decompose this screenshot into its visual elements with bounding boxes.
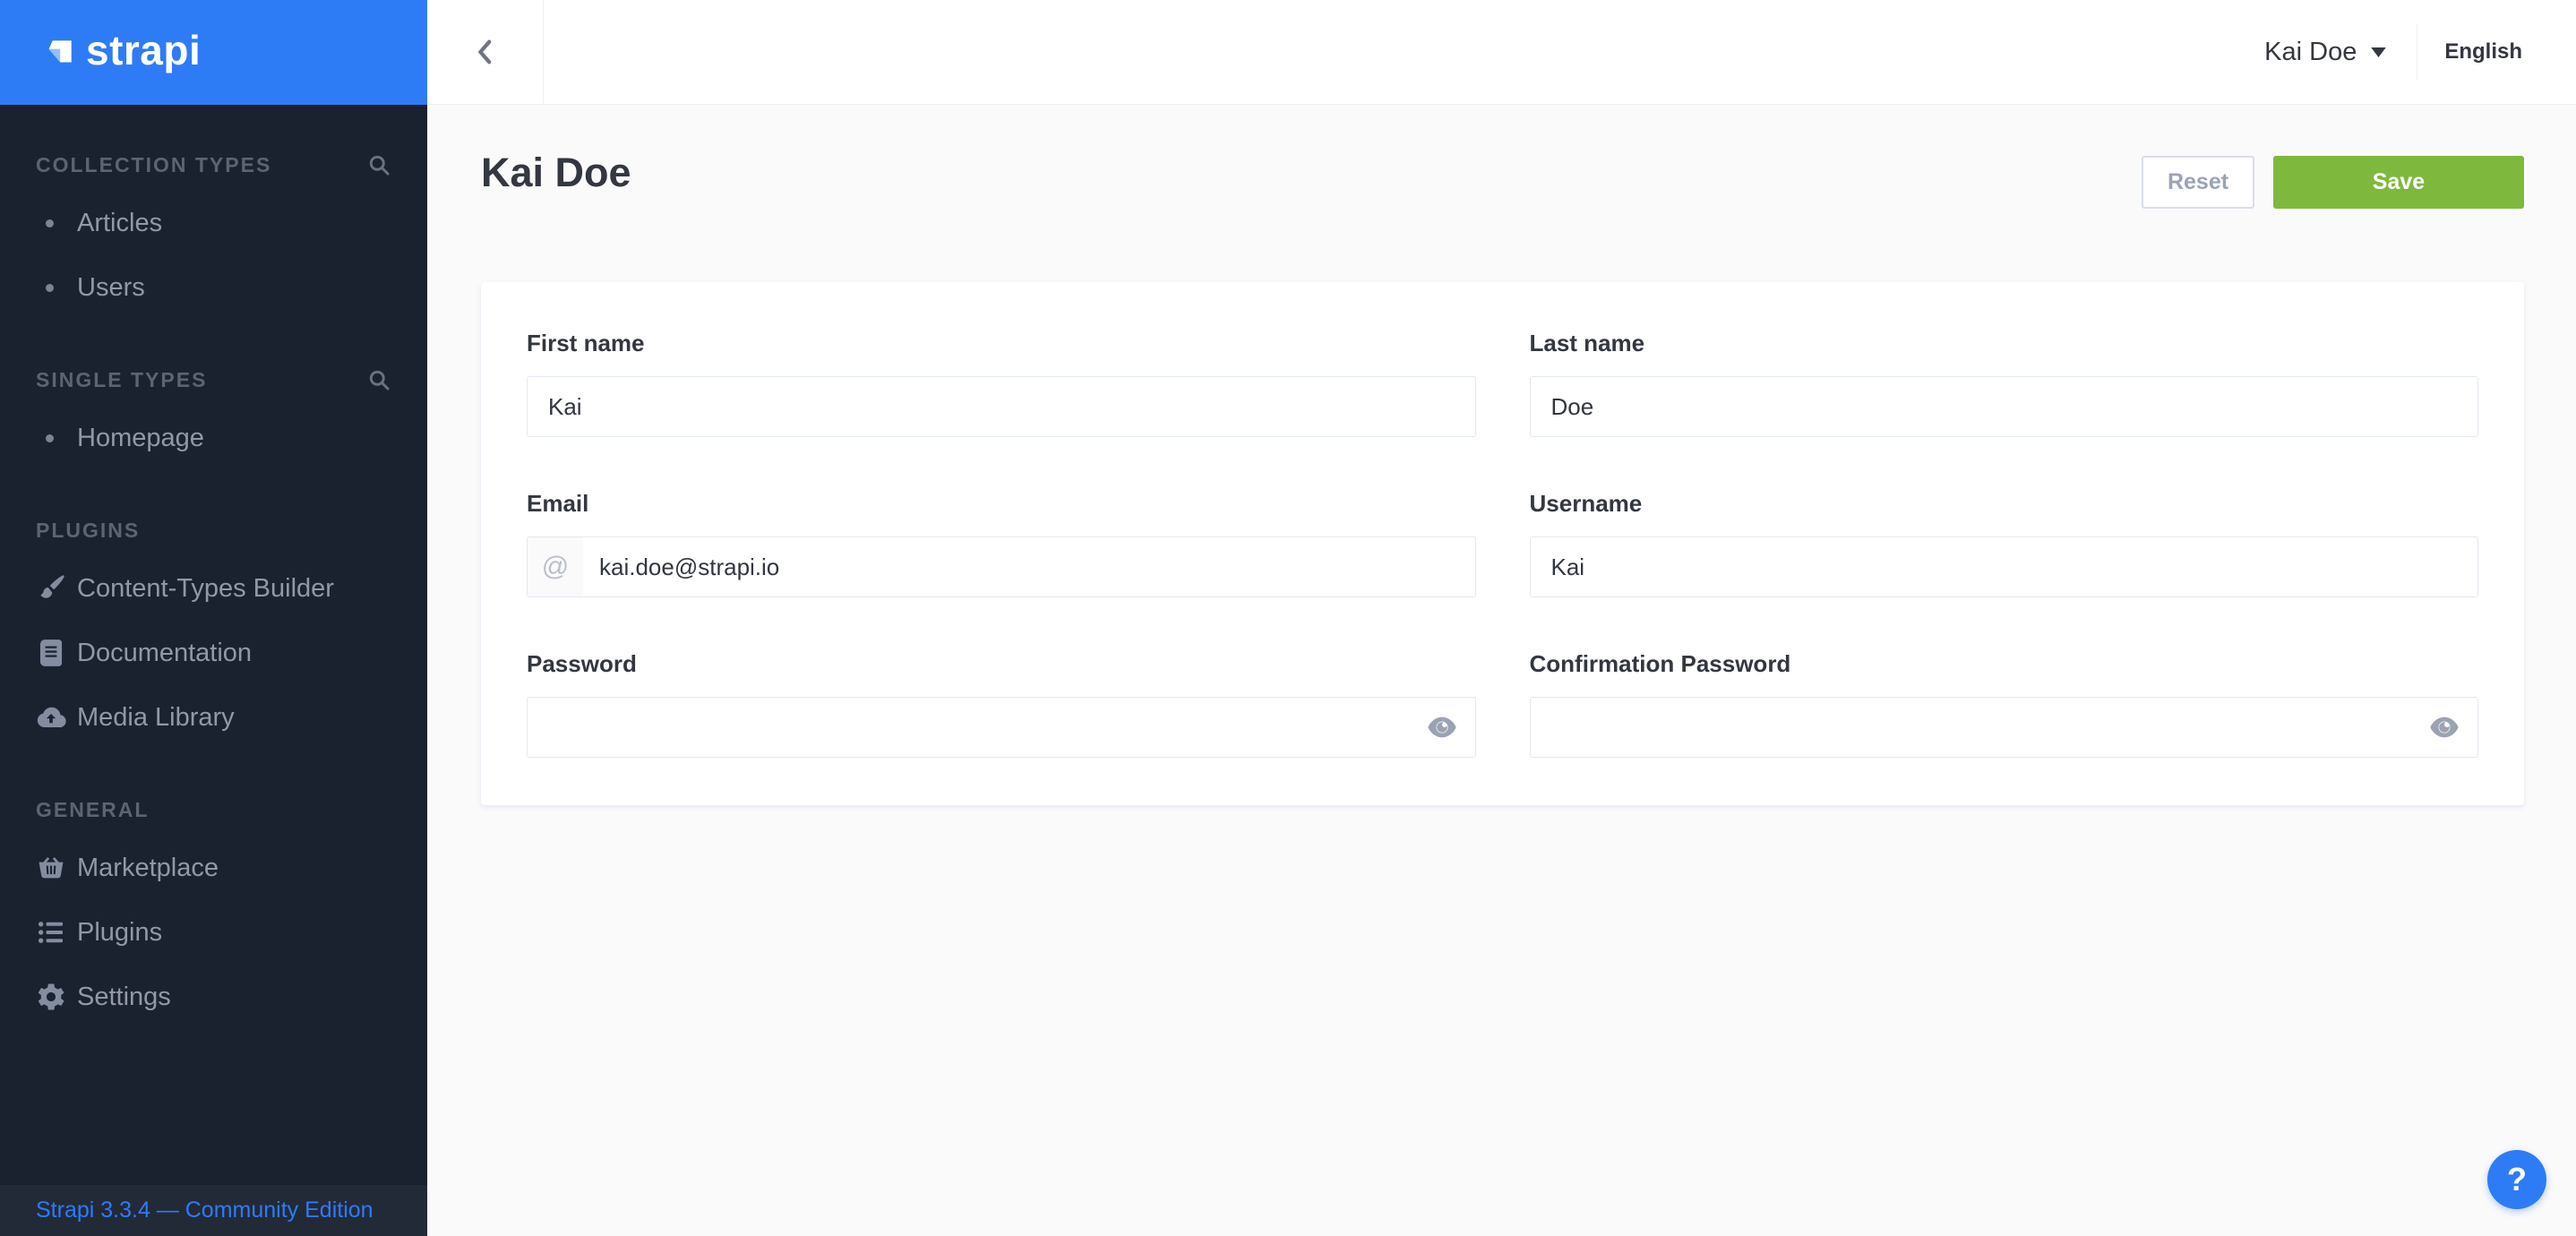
back-button[interactable]: [427, 0, 544, 104]
basket-icon: [36, 853, 66, 883]
section-title: GENERAL: [36, 798, 149, 822]
user-name: Kai Doe: [2264, 38, 2357, 67]
username-input[interactable]: [1531, 537, 2478, 597]
at-sign-prefix: @: [528, 537, 583, 597]
field-confirmation-password: Confirmation Password: [1530, 649, 2479, 758]
confirmation-password-label: Confirmation Password: [1530, 649, 2479, 678]
reset-button[interactable]: Reset: [2142, 156, 2254, 209]
field-password: Password: [527, 649, 1476, 758]
field-email: Email @: [527, 489, 1476, 597]
field-first-name: First name: [527, 329, 1476, 437]
sidebar-section-single-types: SINGLE TYPES Homepage: [0, 366, 427, 470]
sidebar-item-articles[interactable]: Articles: [36, 191, 391, 255]
strapi-logo-icon: [39, 34, 77, 72]
section-title: COLLECTION TYPES: [36, 153, 271, 177]
sidebar-item-settings[interactable]: Settings: [36, 965, 391, 1029]
search-icon[interactable]: [367, 153, 391, 177]
username-label: Username: [1530, 489, 2479, 518]
bullet-icon: [46, 284, 54, 292]
email-label: Email: [527, 489, 1476, 518]
sidebar-item-content-types-builder[interactable]: Content-Types Builder: [36, 556, 391, 621]
caret-down-icon: [2371, 47, 2386, 57]
sidebar-item-plugins[interactable]: Plugins: [36, 900, 391, 965]
save-button[interactable]: Save: [2273, 156, 2524, 209]
section-title: PLUGINS: [36, 519, 140, 543]
version-link[interactable]: Strapi 3.3.4 — Community Edition: [36, 1197, 374, 1223]
sidebar-item-media-library[interactable]: Media Library: [36, 685, 391, 750]
sidebar: strapi COLLECTION TYPES Articles Users S…: [0, 0, 427, 1236]
paintbrush-icon: [36, 573, 66, 604]
section-title: SINGLE TYPES: [36, 368, 207, 392]
gear-icon: [36, 982, 66, 1012]
last-name-input[interactable]: [1531, 377, 2478, 436]
password-input[interactable]: [528, 698, 1475, 757]
first-name-input[interactable]: [528, 377, 1475, 436]
email-input[interactable]: [583, 537, 1475, 597]
list-icon: [36, 917, 66, 948]
sidebar-section-plugins: PLUGINS Content-Types Builder Documentat…: [0, 517, 427, 750]
sidebar-section-general: GENERAL Marketplace Plugins: [0, 796, 427, 1029]
help-button[interactable]: ?: [2487, 1150, 2546, 1209]
profile-form-card: First name Last name Email @ Usern: [481, 282, 2524, 805]
sidebar-item-users[interactable]: Users: [36, 255, 391, 320]
field-username: Username: [1530, 489, 2479, 597]
eye-icon[interactable]: [2429, 716, 2460, 739]
field-last-name: Last name: [1530, 329, 2479, 437]
bullet-icon: [46, 434, 54, 442]
sidebar-footer: Strapi 3.3.4 — Community Edition: [0, 1185, 427, 1236]
topbar: Kai Doe English: [427, 0, 2576, 105]
sidebar-item-marketplace[interactable]: Marketplace: [36, 836, 391, 900]
main-content: Kai Doe Reset Save First name Last name …: [427, 105, 2576, 1236]
sidebar-section-collection-types: COLLECTION TYPES Articles Users: [0, 151, 427, 320]
language-selector[interactable]: English: [2444, 39, 2522, 64]
book-icon: [36, 638, 66, 668]
strapi-logo[interactable]: strapi: [0, 0, 427, 105]
eye-icon[interactable]: [1427, 716, 1457, 739]
page-title: Kai Doe: [481, 150, 631, 196]
bullet-icon: [46, 219, 54, 227]
sidebar-item-homepage[interactable]: Homepage: [36, 406, 391, 470]
last-name-label: Last name: [1530, 329, 2479, 357]
cloud-upload-icon: [36, 702, 66, 733]
chevron-left-icon: [470, 32, 501, 72]
strapi-logo-text: strapi: [86, 30, 201, 76]
sidebar-item-documentation[interactable]: Documentation: [36, 621, 391, 685]
password-label: Password: [527, 649, 1476, 678]
user-menu[interactable]: Kai Doe: [2264, 38, 2386, 67]
confirmation-password-input[interactable]: [1531, 698, 2478, 757]
search-icon[interactable]: [367, 368, 391, 392]
first-name-label: First name: [527, 329, 1476, 357]
